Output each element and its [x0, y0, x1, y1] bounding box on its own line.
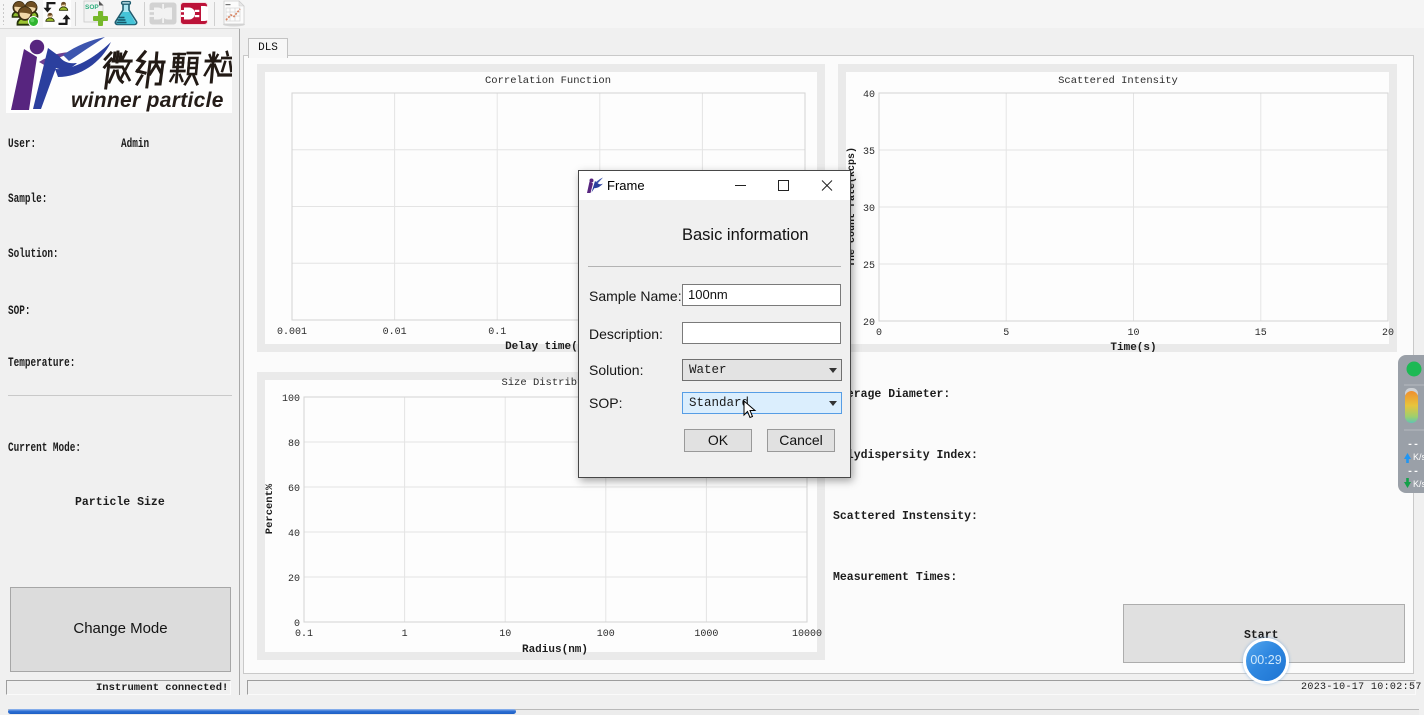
svg-text:Radius(nm): Radius(nm) — [522, 644, 588, 656]
svg-text:K/s: K/s — [1413, 452, 1424, 462]
svg-text:1000: 1000 — [694, 629, 718, 640]
svg-text:SOP: SOP — [85, 4, 99, 11]
svg-text:--: -- — [1407, 440, 1419, 451]
svg-text:Correlation Function: Correlation Function — [485, 75, 611, 87]
svg-text:10000: 10000 — [792, 629, 822, 640]
svg-text:0.1: 0.1 — [295, 629, 313, 640]
svg-text:10: 10 — [499, 629, 511, 640]
svg-text:winner particle: winner particle — [71, 89, 224, 112]
svg-text:5: 5 — [1003, 328, 1009, 339]
svg-text:60: 60 — [288, 484, 300, 495]
svg-text:10: 10 — [1127, 328, 1139, 339]
svg-text:Time(s): Time(s) — [1110, 342, 1156, 352]
svg-text:40: 40 — [288, 529, 300, 540]
svg-text:Percent%: Percent% — [264, 483, 276, 534]
svg-text:0.01: 0.01 — [383, 327, 407, 338]
svg-text:0: 0 — [876, 328, 882, 339]
svg-text:0.1: 0.1 — [488, 327, 506, 338]
svg-text:20: 20 — [1382, 328, 1394, 339]
svg-text:30: 30 — [863, 204, 875, 215]
svg-text:K/s: K/s — [1413, 479, 1424, 489]
svg-text:20: 20 — [863, 318, 875, 329]
svg-text:35: 35 — [863, 147, 875, 158]
svg-text:Scattered Intensity: Scattered Intensity — [1058, 75, 1178, 87]
svg-text:25: 25 — [863, 261, 875, 272]
svg-text:80: 80 — [288, 439, 300, 450]
svg-text:0.001: 0.001 — [277, 327, 307, 338]
svg-text:100: 100 — [597, 629, 615, 640]
svg-text:15: 15 — [1255, 328, 1267, 339]
svg-text:40: 40 — [863, 90, 875, 101]
svg-text:--: -- — [1407, 467, 1419, 478]
svg-text:20: 20 — [288, 574, 300, 585]
svg-text:1: 1 — [402, 629, 408, 640]
svg-text:100: 100 — [282, 394, 300, 405]
